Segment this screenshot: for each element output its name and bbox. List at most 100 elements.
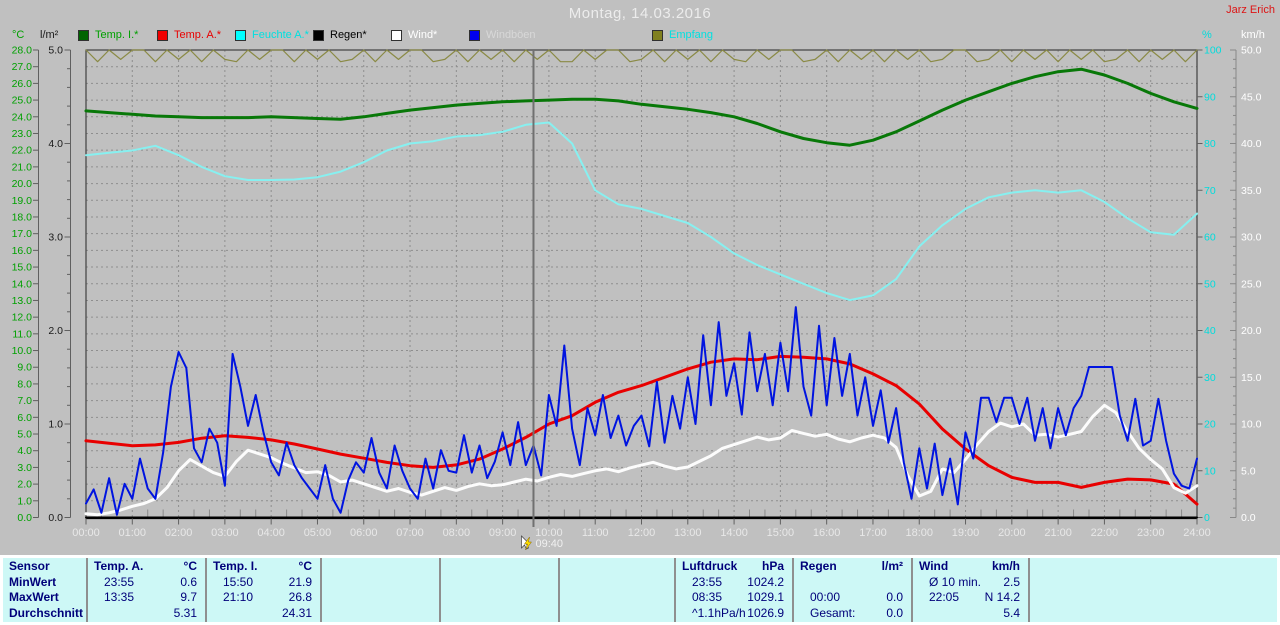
stat-cell: 5.31 (88, 606, 205, 622)
wind-tick-label: 35.0 (1241, 185, 1262, 197)
stat-cell-label: ^1.1hPa/h (692, 605, 746, 620)
temp-tick-label: 10.0 (12, 345, 33, 357)
rain-tick-label: 0.0 (48, 512, 63, 524)
hum-tick-label: 50 (1204, 278, 1216, 290)
stat-cell-label: 23:55 (692, 574, 723, 589)
row-label-minwert: MinWert (3, 575, 86, 591)
temp-tick-label: 9.0 (17, 362, 32, 374)
x-tick-label: 07:00 (396, 527, 424, 539)
stat-cell-value: 26.8 (288, 590, 312, 604)
temp-tick-label: 1.0 (17, 495, 32, 507)
stat-cell-label (88, 606, 104, 622)
wind-tick-label: 10.0 (1241, 419, 1262, 431)
stat-cell: 22:05 N 14.2 (913, 590, 1028, 606)
x-tick-label: 23:00 (1137, 527, 1165, 539)
stat-cell: Gesamt: 0.0 (794, 606, 911, 622)
col-header-label: Luftdruck (682, 559, 738, 573)
hum-tick-label: 70 (1204, 185, 1216, 197)
stat-cell-label: 21:10 (223, 590, 254, 604)
y-axis-humidity: 0 10 20 30 40 50 60 70 80 90 100 (1197, 45, 1222, 524)
rain-tick-label: 3.0 (48, 232, 63, 244)
x-tick-label: 08:00 (443, 527, 471, 539)
stat-cell: 24.31 (207, 606, 320, 622)
x-tick-label: 13:00 (674, 527, 702, 539)
stat-cell: 08:35 1029.1 (676, 590, 792, 606)
x-tick-label: 17:00 (859, 527, 887, 539)
stat-cell-value: 24.31 (281, 605, 312, 620)
col-header-label: Temp. I. (213, 559, 258, 573)
stat-cell-label: 13:35 (104, 590, 135, 604)
stat-cell-value (903, 575, 911, 591)
temp-tick-label: 0.0 (17, 512, 32, 524)
temp-tick-label: 8.0 (17, 378, 32, 390)
x-tick-label: 01:00 (119, 527, 147, 539)
row-label-minwert-value (78, 575, 86, 591)
row-label-maxwert-label: MaxWert (9, 590, 59, 604)
x-tick-label: 22:00 (1091, 527, 1119, 539)
temp-tick-label: 7.0 (17, 395, 32, 407)
wind-tick-label: 30.0 (1241, 232, 1262, 244)
wind-tick-label: 0.0 (1241, 512, 1256, 524)
col-header: Luftdruck hPa (676, 559, 792, 575)
stat-cell-value: 0.0 (886, 605, 903, 620)
temp-tick-label: 11.0 (12, 328, 32, 340)
stat-cell-label: 22:05 (929, 590, 960, 604)
stat-cell-label (207, 606, 223, 622)
x-tick-label: 11:00 (582, 527, 609, 539)
temp-tick-label: 16.0 (12, 245, 33, 257)
temp-tick-label: 18.0 (12, 211, 33, 223)
stat-cell-value: 1029.1 (747, 590, 784, 604)
y-axis-rain: 0.0 1.0 2.0 3.0 4.0 5.0 (48, 45, 71, 524)
col-header-label: Temp. A. (94, 559, 144, 573)
x-tick-label: 15:00 (767, 527, 795, 539)
col-header-value: °C (298, 559, 312, 573)
stat-cell-value: 9.7 (180, 590, 197, 604)
temp-tick-label: 13.0 (12, 295, 33, 307)
weather-day-chart[interactable]: 0.0 1.0 2.0 3.0 4.0 5.0 6.0 7.0 8.0 9.0 10.0 11.0 12… (0, 0, 1280, 555)
stat-cell-value: 5.4 (1003, 605, 1020, 620)
wind-tick-label: 40.0 (1241, 138, 1262, 150)
wind-tick-label: 45.0 (1241, 91, 1262, 103)
temp-tick-label: 12.0 (12, 312, 33, 324)
stat-cell-label (794, 575, 810, 591)
x-tick-label: 21:00 (1044, 527, 1072, 539)
x-tick-label: 20:00 (998, 527, 1026, 539)
row-label-maxwert: MaxWert (3, 590, 86, 606)
wind-tick-label: 25.0 (1241, 278, 1262, 290)
table-col-empty4 (441, 558, 560, 622)
x-tick-label: 09:00 (489, 527, 517, 539)
temp-tick-label: 25.0 (12, 95, 33, 107)
x-tick-label: 19:00 (952, 527, 980, 539)
stat-cell-value: 5.31 (173, 605, 197, 620)
temp-tick-label: 22.0 (12, 145, 33, 157)
col-header-value: °C (183, 559, 197, 573)
row-label-maxwert-value (78, 590, 86, 606)
stat-cell-label: Gesamt: (810, 605, 856, 620)
row-label-durchschnitt-label: Durchschnitt (9, 605, 84, 620)
stat-cell-value: N 14.2 (984, 590, 1020, 604)
table-col-empty5 (560, 558, 676, 622)
hum-tick-label: 40 (1204, 325, 1216, 337)
temp-tick-label: 15.0 (12, 262, 33, 274)
row-label-minwert-label: MinWert (9, 574, 57, 589)
stat-cell-label: 00:00 (810, 590, 841, 604)
temp-tick-label: 23.0 (12, 128, 33, 140)
col-header-label: Regen (800, 559, 837, 573)
temp-tick-label: 17.0 (12, 228, 33, 240)
stat-cell-label (913, 606, 929, 622)
hum-tick-label: 20 (1204, 419, 1216, 431)
stat-cell-value: 2.5 (1003, 574, 1020, 589)
x-tick-label: 02:00 (165, 527, 193, 539)
table-col-labels: Sensor MinWert MaxWert Durchschnitt (3, 558, 88, 622)
stat-cell: 5.4 (913, 606, 1028, 622)
stat-cell-label: Ø 10 min. (929, 574, 982, 589)
table-col-empty3 (322, 558, 441, 622)
wind-tick-label: 20.0 (1241, 325, 1262, 337)
table-col-wind: Wind km/h Ø 10 min. 2.5 22:05 N 14.2 5.4 (913, 558, 1030, 622)
plot-gridlines (86, 50, 1197, 518)
hum-tick-label: 0 (1204, 512, 1210, 524)
stat-cell: 23:55 1024.2 (676, 575, 792, 591)
row-label-durchschnitt: Durchschnitt (3, 606, 86, 622)
table-col-regen: Regen l/m² 00:00 0.0 Gesamt: 0.0 (794, 558, 913, 622)
col-header: Wind km/h (913, 559, 1028, 575)
